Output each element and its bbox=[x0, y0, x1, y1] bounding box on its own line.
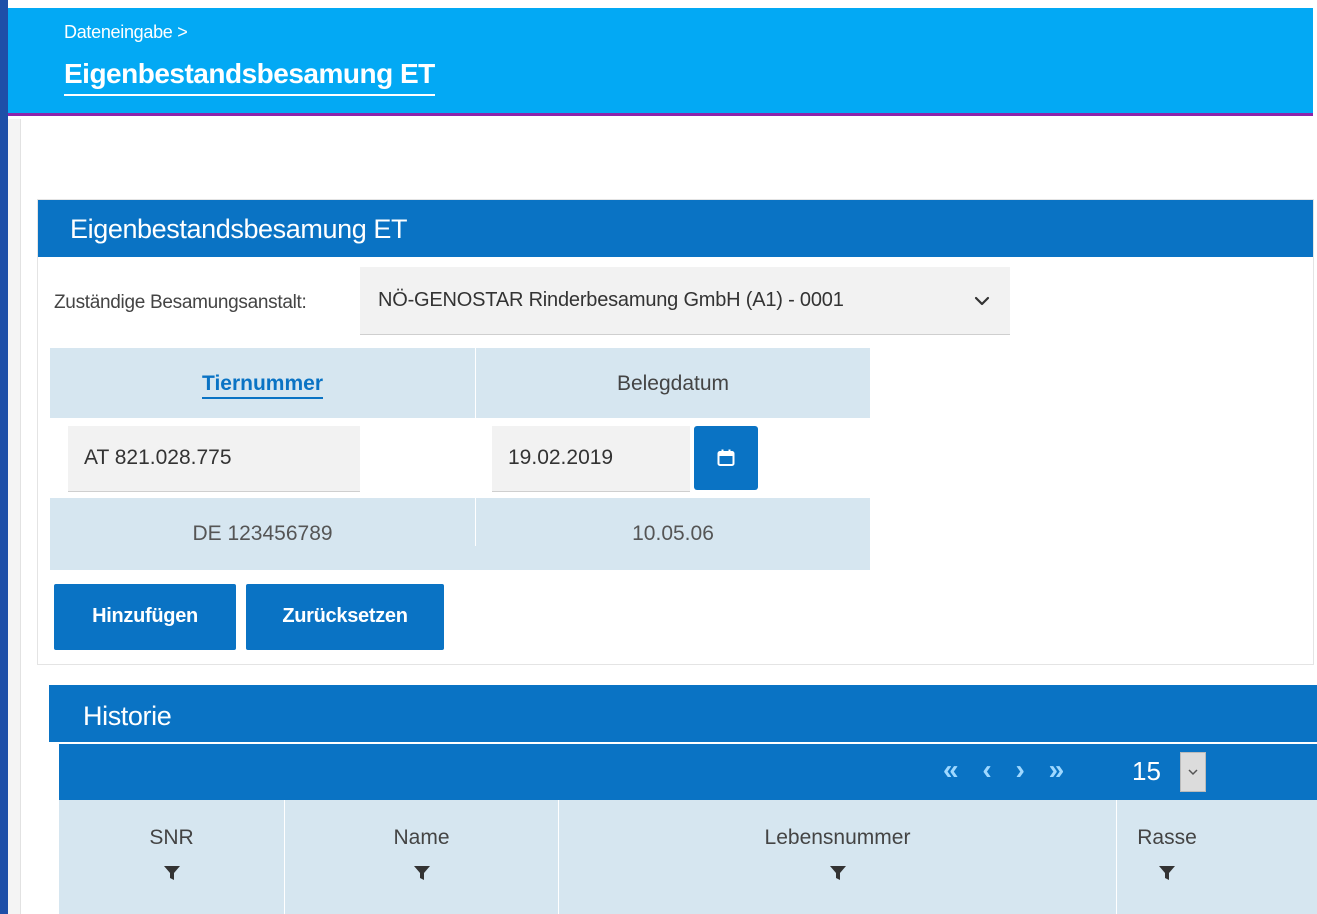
window-edge bbox=[0, 0, 8, 914]
col-header-rasse[interactable]: Rasse bbox=[1117, 800, 1317, 914]
col-label-rasse: Rasse bbox=[1137, 826, 1197, 849]
belegdatum-input[interactable]: 19.02.2019 bbox=[492, 426, 690, 492]
tiernummer-header-link[interactable]: Tiernummer bbox=[202, 372, 323, 399]
filter-icon[interactable] bbox=[413, 864, 431, 882]
col-header-belegdatum: Belegdatum bbox=[476, 348, 870, 418]
filter-icon[interactable] bbox=[1158, 864, 1176, 882]
content-inner: Eigenbestandsbesamung ET Zuständige Besa… bbox=[20, 119, 1317, 914]
besamungsanstalt-value: NÖ-GENOSTAR Rinderbesamung GmbH (A1) - 0… bbox=[378, 289, 844, 311]
entry-panel-title: Eigenbestandsbesamung ET bbox=[38, 200, 1313, 257]
pager-controls: « ‹ › » bbox=[943, 754, 1072, 786]
breadcrumb[interactable]: Dateneingabe > bbox=[64, 22, 188, 43]
app-header: Dateneingabe > Eigenbestandsbesamung ET bbox=[8, 8, 1313, 116]
pager-bar: « ‹ › » 15 bbox=[59, 744, 1317, 800]
last-page-icon[interactable]: » bbox=[1049, 754, 1073, 785]
next-page-icon[interactable]: › bbox=[1015, 754, 1032, 785]
filter-icon[interactable] bbox=[829, 864, 847, 882]
input-row: AT 821.028.775 19.02.2019 bbox=[50, 418, 870, 498]
reset-button[interactable]: Zurücksetzen bbox=[246, 584, 444, 650]
page-size-dropdown[interactable] bbox=[1180, 752, 1206, 792]
datepicker-button[interactable] bbox=[694, 426, 758, 490]
calendar-icon bbox=[717, 449, 735, 466]
content-area: Eigenbestandsbesamung ET Zuständige Besa… bbox=[8, 119, 1317, 914]
entry-panel: Eigenbestandsbesamung ET Zuständige Besa… bbox=[37, 199, 1314, 665]
chevron-down-icon bbox=[974, 296, 990, 306]
besamungsanstalt-select[interactable]: NÖ-GENOSTAR Rinderbesamung GmbH (A1) - 0… bbox=[360, 267, 1010, 335]
col-header-tiernummer[interactable]: Tiernummer bbox=[50, 348, 476, 418]
add-button[interactable]: Hinzufügen bbox=[54, 584, 236, 650]
col-header-snr[interactable]: SNR bbox=[59, 800, 285, 914]
example-belegdatum: 10.05.06 bbox=[632, 522, 714, 545]
prev-page-icon[interactable]: ‹ bbox=[982, 754, 999, 785]
filter-icon[interactable] bbox=[163, 864, 181, 882]
besamungsanstalt-label: Zuständige Besamungsanstalt: bbox=[54, 292, 307, 313]
first-page-icon[interactable]: « bbox=[943, 754, 967, 785]
example-row: DE 123456789 10.05.06 bbox=[50, 498, 870, 570]
col-label-snr: SNR bbox=[149, 826, 194, 849]
page-title: Eigenbestandsbesamung ET bbox=[64, 58, 435, 96]
page-size-value: 15 bbox=[1132, 756, 1161, 786]
tier-entry-table: Tiernummer Belegdatum AT 821.028.775 19.… bbox=[50, 348, 870, 570]
historie-title: Historie bbox=[49, 685, 1317, 742]
chevron-down-icon bbox=[1188, 769, 1198, 776]
historie-column-headers: SNR Name Lebensnummer Rasse bbox=[59, 800, 1317, 914]
col-header-name[interactable]: Name bbox=[285, 800, 559, 914]
example-tiernummer: DE 123456789 bbox=[50, 498, 476, 546]
col-label-lebensnummer: Lebensnummer bbox=[764, 826, 911, 849]
col-label-name: Name bbox=[393, 826, 450, 849]
tiernummer-input[interactable]: AT 821.028.775 bbox=[68, 426, 360, 492]
